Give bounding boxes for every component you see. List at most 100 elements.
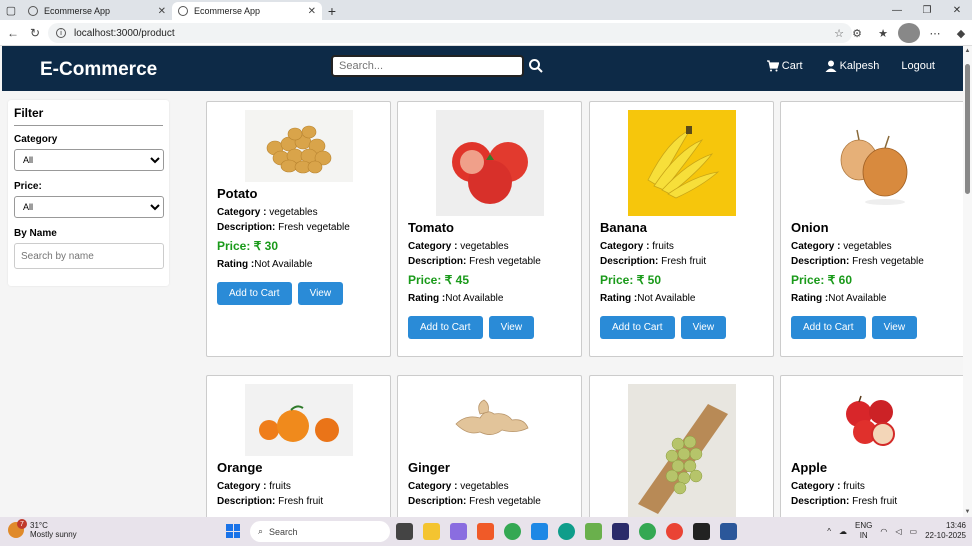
minimize-icon[interactable]: —: [882, 0, 912, 20]
cart-link[interactable]: Cart: [766, 60, 803, 72]
chrome-icon[interactable]: [639, 523, 656, 540]
vscode-icon[interactable]: [531, 523, 548, 540]
profile-icon[interactable]: [898, 23, 920, 43]
battery-icon[interactable]: ▭: [910, 527, 918, 536]
product-name: Apple: [791, 460, 828, 475]
maximize-icon[interactable]: ❐: [912, 0, 942, 20]
tab-actions-icon[interactable]: ▢: [0, 0, 22, 20]
product-category: Category : fruits: [791, 481, 865, 492]
product-image: [818, 384, 927, 456]
view-button[interactable]: View: [488, 316, 535, 339]
file-explorer-icon[interactable]: [423, 523, 440, 540]
weather-widget[interactable]: 7 31°C Mostly sunny: [8, 519, 77, 539]
price-label: Price:: [14, 181, 42, 192]
product-rating: Rating :Not Available: [791, 293, 887, 304]
volume-icon[interactable]: ◁: [895, 527, 901, 536]
product-category: Category : vegetables: [217, 207, 318, 218]
browser-tab-active[interactable]: Ecommerse App ✕: [172, 2, 322, 20]
header-nav: Cart Kalpesh Logout: [766, 60, 935, 72]
page-scrollbar[interactable]: ▲ ▼: [963, 46, 972, 517]
back-icon[interactable]: ←: [2, 22, 24, 44]
windows-taskbar: 7 31°C Mostly sunny ⌕ Search ^ ☁ ENG IN ◠…: [0, 517, 972, 546]
add-to-cart-button[interactable]: Add to Cart: [791, 316, 866, 339]
chrome-icon[interactable]: [504, 523, 521, 540]
taskbar-search[interactable]: ⌕ Search: [250, 521, 390, 542]
language-indicator[interactable]: ENG IN: [855, 521, 872, 541]
bookmark-star-icon[interactable]: ☆: [834, 27, 844, 40]
search-box[interactable]: [331, 55, 524, 77]
edge-icon[interactable]: [558, 523, 575, 540]
chrome-icon[interactable]: [666, 523, 683, 540]
word-icon[interactable]: [720, 523, 737, 540]
site-info-icon[interactable]: i: [56, 28, 66, 38]
user-link[interactable]: Kalpesh: [825, 60, 880, 72]
product-price: Price: ₹ 45: [408, 273, 470, 287]
browser-tab-strip: ▢ Ecommerse App ✕ Ecommerse App ✕ + — ❐ …: [0, 0, 972, 20]
scroll-up-icon[interactable]: ▲: [963, 46, 972, 56]
globe-icon: [178, 6, 188, 16]
product-price: Price: ₹ 50: [600, 273, 662, 287]
search-input[interactable]: [339, 60, 516, 72]
new-tab-button[interactable]: +: [322, 2, 342, 20]
start-button[interactable]: [226, 524, 240, 538]
logout-link[interactable]: Logout: [901, 60, 935, 72]
product-description: Description: Fresh vegetable: [791, 256, 924, 267]
browser-tab[interactable]: Ecommerse App ✕: [22, 2, 172, 20]
view-button[interactable]: View: [297, 282, 344, 305]
product-name: Tomato: [408, 220, 454, 235]
product-category: Category : fruits: [600, 241, 674, 252]
window-controls: — ❐ ✕: [882, 0, 972, 20]
product-description: Description: Fresh fruit: [600, 256, 707, 267]
user-label: Kalpesh: [839, 60, 880, 72]
category-select[interactable]: All: [14, 149, 164, 171]
browser-toolbar: ← ↻ i localhost:3000/product ☆ ⚙ ★ ⋯ ◆: [0, 20, 972, 46]
price-select[interactable]: All: [14, 196, 164, 218]
close-icon[interactable]: ✕: [158, 6, 166, 17]
add-to-cart-button[interactable]: Add to Cart: [217, 282, 292, 305]
name-label: By Name: [14, 228, 57, 239]
name-search-input[interactable]: [14, 243, 164, 269]
copilot-icon[interactable]: ◆: [950, 23, 972, 43]
brand-logo[interactable]: E-Commerce: [40, 59, 157, 81]
view-button[interactable]: View: [871, 316, 918, 339]
add-to-cart-button[interactable]: Add to Cart: [408, 316, 483, 339]
onedrive-icon[interactable]: ☁: [839, 527, 847, 536]
view-button[interactable]: View: [680, 316, 727, 339]
wifi-icon[interactable]: ◠: [880, 527, 887, 536]
product-card: Banana Category : fruits Description: Fr…: [589, 101, 774, 357]
product-description: Description: Fresh vegetable: [408, 256, 541, 267]
terminal-icon[interactable]: [693, 523, 710, 540]
more-menu-icon[interactable]: ⋯: [924, 23, 946, 43]
extensions-icon[interactable]: ⚙: [846, 23, 868, 43]
scroll-down-icon[interactable]: ▼: [963, 507, 972, 517]
brave-icon[interactable]: [477, 523, 494, 540]
search-icon[interactable]: [528, 58, 544, 74]
product-image: [818, 110, 927, 216]
copilot-app-icon[interactable]: [450, 523, 467, 540]
product-description: Description: Fresh fruit: [217, 496, 324, 507]
app-icon[interactable]: [612, 523, 629, 540]
close-icon[interactable]: ✕: [308, 6, 316, 17]
logout-label: Logout: [901, 60, 935, 72]
task-view-icon[interactable]: [396, 523, 413, 540]
clock[interactable]: 13:46 22-10-2025: [925, 521, 966, 541]
product-image: [435, 110, 544, 216]
url-text: localhost:3000/product: [74, 27, 175, 39]
scroll-thumb[interactable]: [965, 64, 970, 194]
product-category: Category : fruits: [217, 481, 291, 492]
product-category: Category : vegetables: [408, 481, 509, 492]
favorites-icon[interactable]: ★: [872, 23, 894, 43]
notepad-icon[interactable]: [585, 523, 602, 540]
chevron-up-icon[interactable]: ^: [827, 527, 831, 536]
product-description: Description: Fresh vegetable: [408, 496, 541, 507]
category-label: Category: [14, 134, 58, 145]
page-viewport: E-Commerce Cart Kalpesh Lo: [0, 46, 963, 517]
product-image: [627, 384, 736, 517]
close-window-icon[interactable]: ✕: [942, 0, 972, 20]
product-name: Onion: [791, 220, 829, 235]
product-rating: Rating :Not Available: [217, 259, 313, 270]
address-bar[interactable]: i localhost:3000/product ☆: [48, 23, 852, 43]
reload-icon[interactable]: ↻: [24, 22, 46, 44]
add-to-cart-button[interactable]: Add to Cart: [600, 316, 675, 339]
product-description: Description: Fresh fruit: [791, 496, 898, 507]
